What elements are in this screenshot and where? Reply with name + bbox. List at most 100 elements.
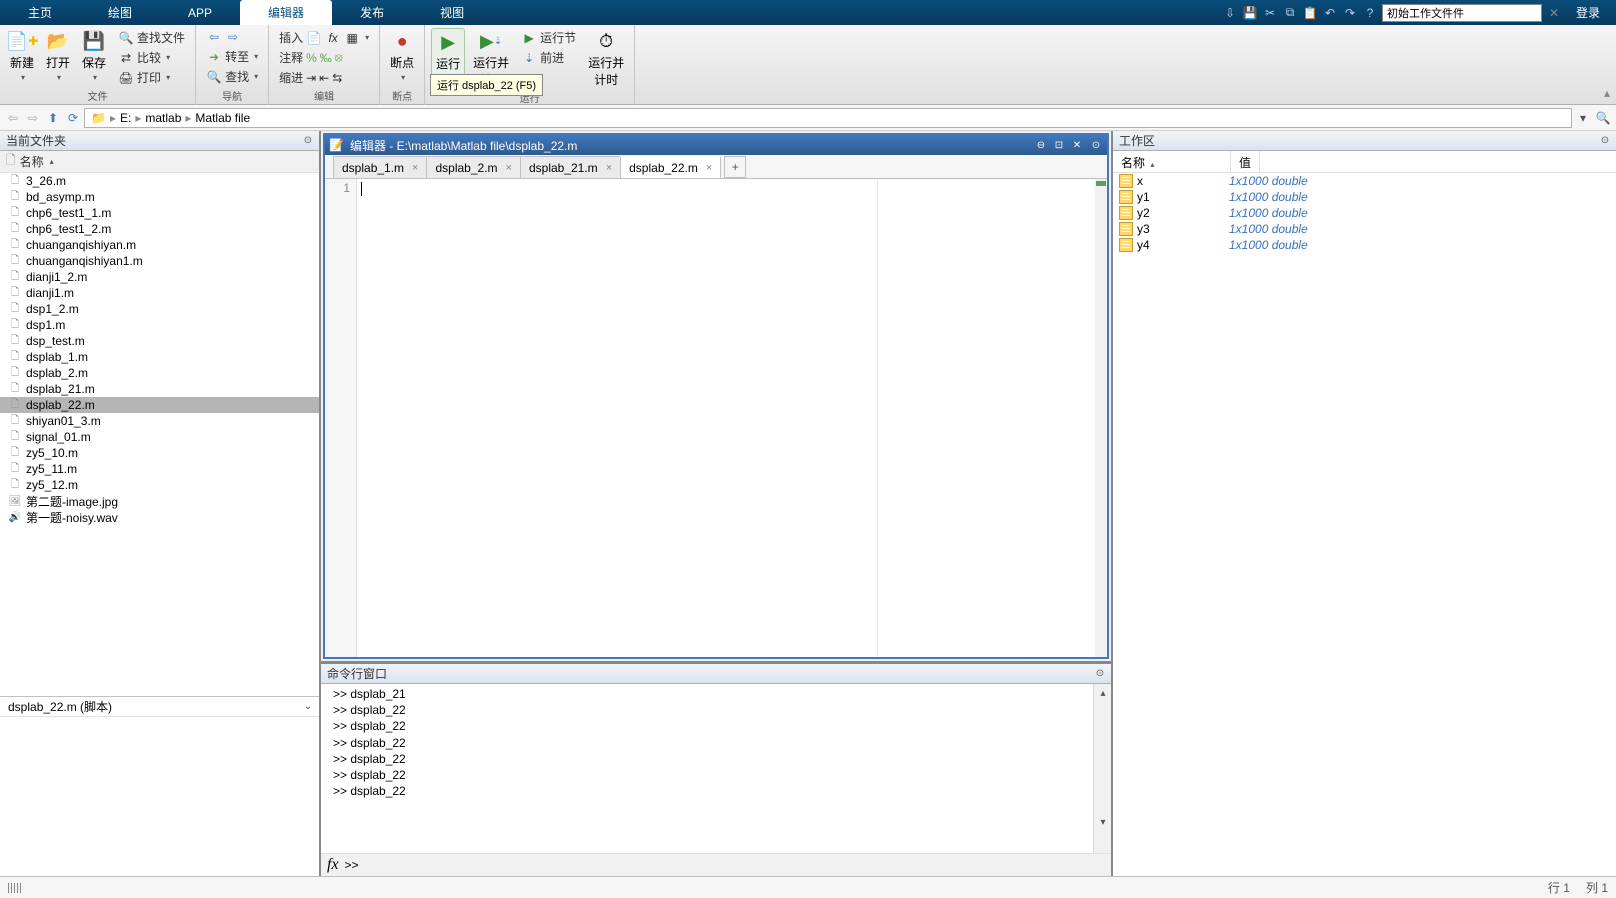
editor-tab[interactable]: dsplab_21.m× [520,156,621,178]
run-time-button[interactable]: ⏱运行并 计时 [584,28,628,90]
name-column[interactable]: 名称 [20,153,44,170]
minimap[interactable] [1095,179,1107,657]
open-button[interactable]: 📂打开▾ [42,28,74,84]
scroll-down-icon[interactable]: ▾ [1094,813,1112,831]
main-tab-1[interactable]: 绘图 [80,0,160,25]
ws-name-col[interactable]: 名称 ▴ [1113,151,1231,172]
workspace-menu-icon[interactable]: ⊙ [1598,134,1612,148]
close-icon[interactable]: ✕ [1069,138,1085,152]
file-item[interactable]: 🗋zy5_12.m [0,477,319,493]
workspace-var[interactable]: y11x1000 double [1113,189,1616,205]
panel-menu-icon[interactable]: ⊙ [301,134,315,148]
var-icon [1119,238,1133,252]
file-item[interactable]: 🗋dsplab_1.m [0,349,319,365]
maximize-icon[interactable]: ⊡ [1051,138,1067,152]
folder-panel-title: 当前文件夹 ⊙ [0,131,319,151]
status-ready-icon [8,883,22,893]
tab-close-icon[interactable]: × [706,162,712,174]
doc-search-input[interactable] [1382,4,1542,22]
run-section-button[interactable]: ▶运行节 [517,28,580,47]
file-item[interactable]: 🔊第一题-noisy.wav [0,509,319,525]
editor-tab[interactable]: dsplab_1.m× [333,156,427,178]
scroll-up-icon[interactable]: ▴ [1094,684,1112,702]
tab-close-icon[interactable]: × [412,162,418,174]
file-item[interactable]: 🗋zy5_10.m [0,445,319,461]
indent-button[interactable]: 缩进 ⇥ ⇤ ⇆ [275,68,373,87]
code-area[interactable] [357,179,1095,657]
tab-close-icon[interactable]: × [506,162,512,174]
path-dropdown-icon[interactable]: ▾ [1574,109,1592,127]
main-tab-2[interactable]: APP [160,0,240,25]
nav-refresh-icon[interactable]: ⟳ [64,109,82,127]
import-icon[interactable]: ⇩ [1222,5,1238,21]
file-item[interactable]: 🗋3_26.m [0,173,319,189]
file-item[interactable]: 🗋signal_01.m [0,429,319,445]
file-item[interactable]: 🗋zy5_11.m [0,461,319,477]
fx-icon[interactable]: fx [327,856,339,874]
save-icon[interactable]: 💾 [1242,5,1258,21]
editor-tab[interactable]: dsplab_2.m× [426,156,520,178]
file-item[interactable]: 🗋dianji1.m [0,285,319,301]
nav-fwd-icon[interactable]: ⇨ [24,109,42,127]
file-item[interactable]: 🖼第二题-image.jpg [0,493,319,509]
cmd-input-row[interactable]: fx >> [321,853,1111,876]
comment-button[interactable]: 注释 % ‰ ⦻ [275,48,373,67]
workspace-var[interactable]: y21x1000 double [1113,205,1616,221]
goto-button[interactable]: ➜转至▾ [202,47,262,66]
compare-button[interactable]: ⇄比较▾ [114,48,189,67]
file-item[interactable]: 🗋dsplab_21.m [0,381,319,397]
nav-back-button[interactable]: ⇦⇨ [202,28,262,46]
workspace-var[interactable]: x1x1000 double [1113,173,1616,189]
file-list[interactable]: 🗋3_26.m🗋bd_asymp.m🗋chp6_test1_1.m🗋chp6_t… [0,173,319,696]
editor-menu-icon[interactable]: ⊙ [1089,138,1103,152]
toolstrip-collapse-icon[interactable]: ▴ [1604,86,1610,100]
file-item[interactable]: 🗋dsplab_22.m [0,397,319,413]
file-item[interactable]: 🗋dsp1_2.m [0,301,319,317]
editor-tab[interactable]: dsplab_22.m× [620,156,721,178]
cmd-menu-icon[interactable]: ⊙ [1093,667,1107,681]
path-bar: ⇦ ⇨ ⬆ ⟳ 📁 ▸ E: ▸ matlab ▸ Matlab file ▾ … [0,105,1616,131]
workspace-list[interactable]: x1x1000 doubley11x1000 doubley21x1000 do… [1113,173,1616,876]
insert-button[interactable]: 插入 📄fx▦▾ [275,28,373,47]
login-button[interactable]: 登录 [1566,4,1610,21]
main-tab-5[interactable]: 视图 [412,0,492,25]
editor-body[interactable]: 1 [325,179,1107,657]
new-button[interactable]: 📄✚新建▾ [6,28,38,84]
workspace-var[interactable]: y41x1000 double [1113,237,1616,253]
find-files-button[interactable]: 🔍查找文件 [114,28,189,47]
step-button[interactable]: ⇣前进 [517,48,580,67]
file-item[interactable]: 🗋bd_asymp.m [0,189,319,205]
main-tab-4[interactable]: 发布 [332,0,412,25]
file-item[interactable]: 🗋dsplab_2.m [0,365,319,381]
main-tab-0[interactable]: 主页 [0,0,80,25]
save-button[interactable]: 💾保存▾ [78,28,110,84]
workspace-var[interactable]: y31x1000 double [1113,221,1616,237]
nav-up-icon[interactable]: ⬆ [44,109,62,127]
file-item[interactable]: 🗋dsp1.m [0,317,319,333]
detail-collapse-icon[interactable]: ⌄ [301,700,315,714]
path-input[interactable]: 📁 ▸ E: ▸ matlab ▸ Matlab file [84,108,1572,128]
main-tab-3[interactable]: 编辑器 [240,0,332,25]
file-item[interactable]: 🗋shiyan01_3.m [0,413,319,429]
workspace-title: 工作区 ⊙ [1113,131,1616,151]
print-button[interactable]: 🖨打印▾ [114,68,189,87]
file-item[interactable]: 🗋chuanganqishiyan1.m [0,253,319,269]
file-item[interactable]: 🗋dsp_test.m [0,333,319,349]
cmd-output[interactable]: >> dsplab_21>> dsplab_22>> dsplab_22>> d… [321,684,1093,853]
cmd-scrollbar[interactable]: ▴ ▾ [1093,684,1111,853]
tab-close-icon[interactable]: × [606,162,612,174]
breakpoints-button[interactable]: ●断点▾ [386,28,418,84]
ws-value-col[interactable]: 值 [1231,151,1260,172]
file-item[interactable]: 🗋chp6_test1_1.m [0,205,319,221]
file-item[interactable]: 🗋dianji1_2.m [0,269,319,285]
help-icon[interactable]: ? [1362,5,1378,21]
file-item[interactable]: 🗋chp6_test1_2.m [0,221,319,237]
undo-icon[interactable]: ↶ [1322,5,1338,21]
tab-add-button[interactable]: + [724,156,746,178]
minimize-icon[interactable]: ⊖ [1033,138,1049,152]
path-search-icon[interactable]: 🔍 [1594,109,1612,127]
nav-back-icon[interactable]: ⇦ [4,109,22,127]
clear-search-icon[interactable]: ✕ [1546,5,1562,21]
file-item[interactable]: 🗋chuanganqishiyan.m [0,237,319,253]
find-button[interactable]: 🔍查找▾ [202,67,262,86]
